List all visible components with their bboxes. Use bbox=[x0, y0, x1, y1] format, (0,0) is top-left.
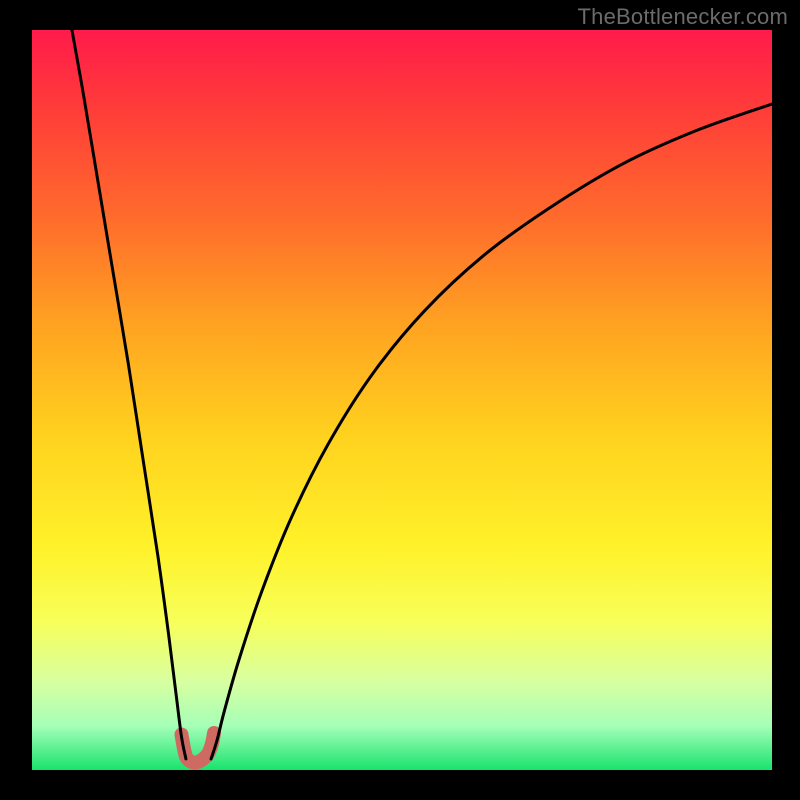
watermark-text: TheBottlenecker.com bbox=[578, 4, 788, 30]
chart-frame: { "watermark": "TheBottlenecker.com", "c… bbox=[0, 0, 800, 800]
bottleneck-chart bbox=[0, 0, 800, 800]
gradient-background bbox=[32, 30, 772, 770]
